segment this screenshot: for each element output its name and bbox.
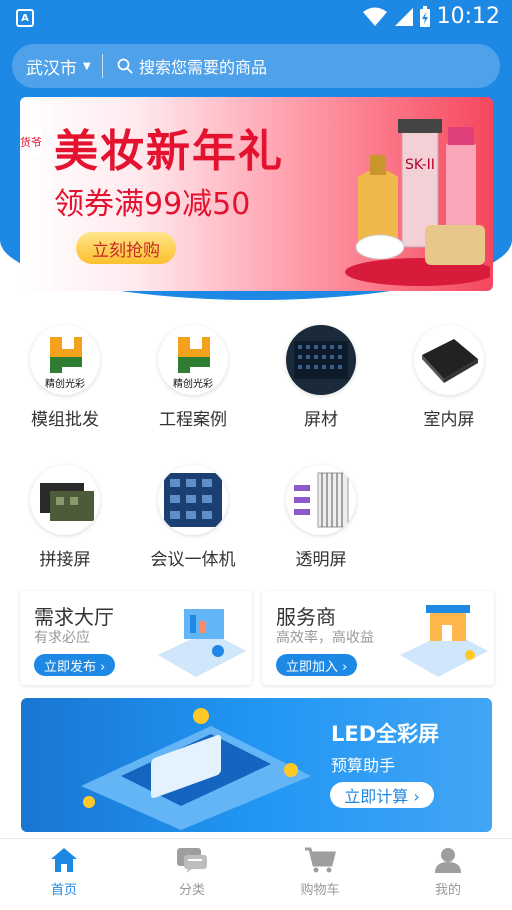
battery-icon bbox=[419, 5, 430, 27]
logo-icon: 精创光彩 bbox=[158, 325, 228, 395]
banner-tag: 货爷 bbox=[20, 127, 42, 157]
cart-icon bbox=[305, 847, 336, 873]
category-splicing-screen[interactable]: 拼接屏 bbox=[10, 465, 120, 570]
svg-text:SK-II: SK-II bbox=[405, 157, 435, 173]
banner-subtitle: 领券满99减50 bbox=[54, 187, 251, 222]
logo-text: 精创光彩 bbox=[45, 377, 85, 390]
card-title: 服务商 bbox=[276, 605, 336, 629]
led-budget-promo[interactable]: LED全彩屏 预算助手 立即计算 › bbox=[21, 698, 492, 832]
logo-text: 精创光彩 bbox=[173, 377, 213, 390]
chat-icon bbox=[177, 848, 207, 873]
circuit-board-icon bbox=[158, 465, 228, 535]
search-input[interactable]: 搜索您需要的商品 bbox=[139, 54, 267, 78]
card-subtitle: 高效率，高收益 bbox=[276, 630, 374, 646]
tab-label: 购物车 bbox=[300, 883, 340, 898]
category-label: 工程案例 bbox=[159, 410, 227, 430]
caret-down-icon: ▼ bbox=[83, 60, 91, 72]
provider-illustration bbox=[400, 605, 488, 677]
category-screen-materials[interactable]: 屏材 bbox=[266, 325, 376, 430]
tab-mine[interactable]: 我的 bbox=[384, 839, 512, 910]
category-transparent-screen[interactable]: 透明屏 bbox=[266, 465, 376, 570]
calculate-button[interactable]: 立即计算 › bbox=[330, 782, 434, 808]
service-provider-card[interactable]: 服务商 高效率，高收益 立即加入 › bbox=[262, 591, 494, 685]
tab-label: 首页 bbox=[50, 883, 77, 898]
tab-home[interactable]: 首页 bbox=[0, 839, 128, 910]
banner-title: 美妆新年礼 bbox=[54, 126, 284, 177]
demand-illustration bbox=[158, 609, 246, 677]
card-title: 需求大厅 bbox=[34, 605, 114, 629]
category-indoor-screen[interactable]: 室内屏 bbox=[394, 325, 504, 430]
module-icon bbox=[30, 465, 100, 535]
category-label: 室内屏 bbox=[423, 410, 475, 430]
calculator-illustration bbox=[81, 708, 311, 830]
user-icon bbox=[435, 848, 461, 873]
city-label: 武汉市 bbox=[26, 58, 77, 79]
wifi-icon bbox=[362, 7, 387, 26]
signal-icon bbox=[394, 7, 413, 26]
category-conference-machine[interactable]: 会议一体机 bbox=[138, 465, 248, 570]
category-label: 模组批发 bbox=[31, 410, 99, 430]
category-label: 拼接屏 bbox=[39, 550, 91, 570]
bottom-tab-bar: 首页 分类 购物车 我的 bbox=[0, 838, 512, 910]
join-button[interactable]: 立即加入 › bbox=[276, 654, 358, 676]
home-icon bbox=[51, 848, 77, 872]
publish-button[interactable]: 立即发布 › bbox=[34, 654, 116, 676]
led-panel-icon bbox=[286, 325, 356, 395]
search-icon bbox=[117, 58, 133, 74]
logo-icon: 精创光彩 bbox=[30, 325, 100, 395]
status-bar: A 10:12 bbox=[0, 0, 512, 36]
tab-label: 我的 bbox=[434, 883, 461, 898]
app-notification-icon: A bbox=[16, 9, 34, 27]
promo-subtitle: 预算助手 bbox=[331, 756, 396, 775]
city-selector[interactable]: 武汉市 ▼ bbox=[12, 54, 102, 79]
cosmetics-image: SK-II bbox=[345, 119, 490, 286]
led-panel-icon bbox=[414, 325, 484, 395]
category-label: 透明屏 bbox=[295, 550, 347, 570]
demand-hall-card[interactable]: 需求大厅 有求必应 立即发布 › bbox=[20, 591, 252, 685]
search-bar[interactable]: 武汉市 ▼ 搜索您需要的商品 bbox=[12, 44, 500, 88]
status-time: 10:12 bbox=[436, 4, 500, 29]
category-module-wholesale[interactable]: 精创光彩 模组批发 bbox=[10, 325, 120, 430]
tab-cart[interactable]: 购物车 bbox=[256, 839, 384, 910]
category-label: 会议一体机 bbox=[150, 550, 236, 570]
search-divider bbox=[102, 54, 103, 78]
transparent-screen-icon bbox=[286, 465, 356, 535]
category-project-cases[interactable]: 精创光彩 工程案例 bbox=[138, 325, 248, 430]
promo-banner[interactable]: 货爷 美妆新年礼 领券满99减50 立刻抢购 SK-II bbox=[20, 97, 493, 291]
card-subtitle: 有求必应 bbox=[34, 630, 90, 646]
tab-category[interactable]: 分类 bbox=[128, 839, 256, 910]
promo-title: LED全彩屏 bbox=[331, 722, 440, 746]
tab-label: 分类 bbox=[178, 883, 205, 898]
category-label: 屏材 bbox=[304, 410, 338, 430]
banner-buy-button[interactable]: 立刻抢购 bbox=[76, 232, 176, 264]
